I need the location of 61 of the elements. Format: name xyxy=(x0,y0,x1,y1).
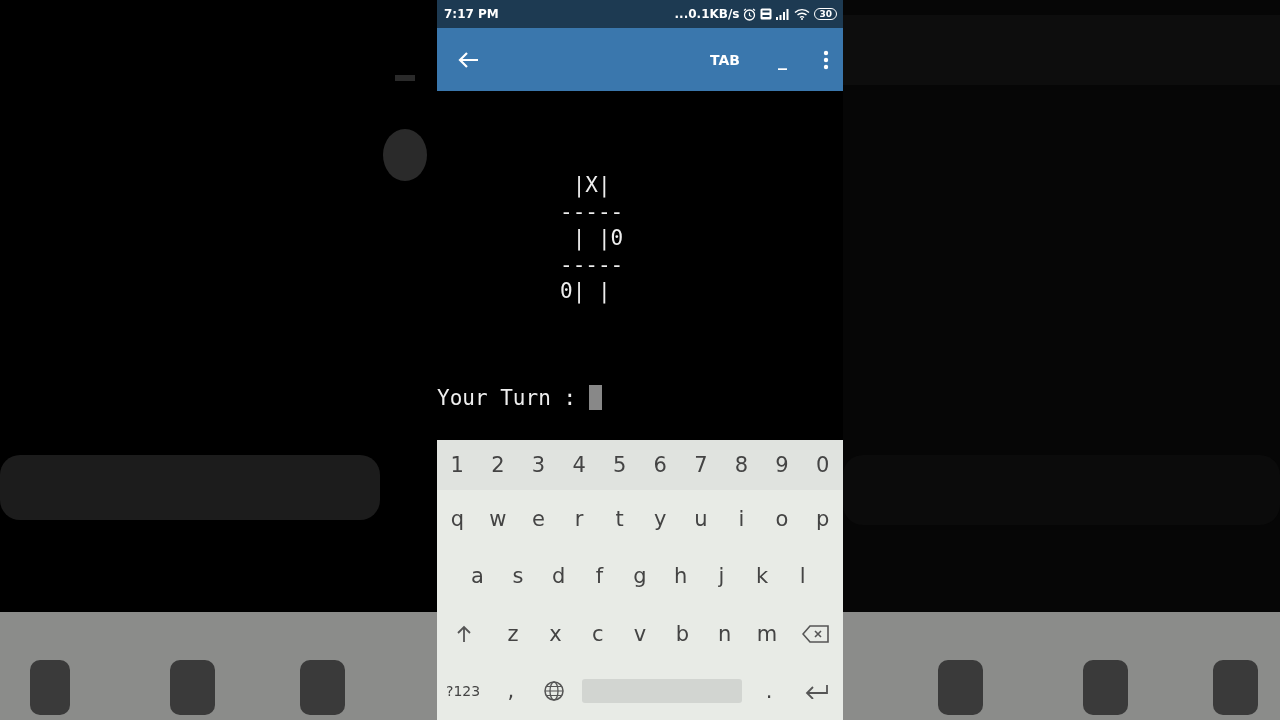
keyboard-key[interactable]: t xyxy=(599,490,640,548)
keyboard-key[interactable]: a xyxy=(457,547,498,605)
keyboard-key[interactable]: r xyxy=(558,490,600,548)
keyboard-key[interactable]: p xyxy=(802,490,843,548)
keyboard-key[interactable]: u xyxy=(680,490,722,548)
keyboard-key[interactable]: k xyxy=(741,547,783,605)
keyboard-key[interactable]: . xyxy=(747,662,791,720)
text-cursor xyxy=(588,385,602,411)
keyboard-key[interactable]: y xyxy=(639,490,681,548)
board-line: | |0 xyxy=(571,225,624,252)
return-arrow-icon xyxy=(804,683,829,700)
wifi-icon xyxy=(794,8,811,20)
keyboard-key[interactable]: 5 xyxy=(599,440,640,490)
tab-button[interactable]: TAB xyxy=(710,51,740,68)
prompt-text: Your Turn : xyxy=(437,384,578,411)
back-button[interactable] xyxy=(457,50,479,69)
keyboard-key[interactable]: 0 xyxy=(802,440,843,490)
board-line: 0| | xyxy=(559,278,611,305)
symbols-key[interactable]: ?123 xyxy=(437,662,490,720)
keyboard-key[interactable]: n xyxy=(703,605,746,663)
keyboard-key[interactable]: o xyxy=(761,490,803,548)
keyboard-key[interactable]: f xyxy=(579,547,620,605)
board-line: ----- xyxy=(559,251,624,278)
keyboard-key[interactable]: 7 xyxy=(680,440,722,490)
keyboard-key[interactable]: l xyxy=(782,547,824,605)
keyboard-key[interactable]: 2 xyxy=(477,440,519,490)
keyboard-key[interactable]: v xyxy=(618,605,662,663)
keyboard-key[interactable]: 4 xyxy=(558,440,600,490)
board-line: ----- xyxy=(559,198,624,225)
keyboard-key[interactable]: 3 xyxy=(518,440,559,490)
globe-icon xyxy=(543,680,566,703)
keyboard-key[interactable]: j xyxy=(701,547,742,605)
keyboard-key[interactable]: s xyxy=(497,547,539,605)
keyboard-key[interactable]: m xyxy=(745,605,789,663)
keyboard-key[interactable]: 8 xyxy=(721,440,762,490)
keyboard-key[interactable]: q xyxy=(437,490,478,548)
alarm-clock-icon xyxy=(743,7,757,21)
keyboard-key[interactable]: h xyxy=(660,547,702,605)
minimize-button[interactable]: _ xyxy=(778,50,787,69)
keyboard-key[interactable]: w xyxy=(477,490,519,548)
board-line: |X| xyxy=(571,172,611,199)
keyboard-key[interactable]: b xyxy=(661,605,704,663)
keyboard-key[interactable]: 9 xyxy=(761,440,803,490)
keyboard-key[interactable]: c xyxy=(576,605,619,663)
keyboard-key[interactable]: g xyxy=(619,547,661,605)
more-vertical-icon xyxy=(823,49,829,70)
more-menu-button[interactable] xyxy=(823,49,829,70)
backspace-icon xyxy=(801,623,830,644)
keyboard-key[interactable]: i xyxy=(721,490,762,548)
volte-icon xyxy=(760,8,773,20)
keyboard-key[interactable]: , xyxy=(489,662,533,720)
keyboard-key[interactable]: 6 xyxy=(639,440,681,490)
keyboard-key[interactable]: z xyxy=(492,605,535,663)
arrow-left-icon xyxy=(457,50,479,69)
keyboard-key[interactable]: d xyxy=(538,547,579,605)
keyboard-key[interactable]: 1 xyxy=(437,440,478,490)
signal-icon xyxy=(776,8,791,20)
clock-time: 7:17 PM xyxy=(444,7,499,21)
network-speed: ...0.1KB/s xyxy=(674,7,740,21)
keyboard-key[interactable]: e xyxy=(518,490,559,548)
keyboard-key[interactable]: x xyxy=(534,605,577,663)
